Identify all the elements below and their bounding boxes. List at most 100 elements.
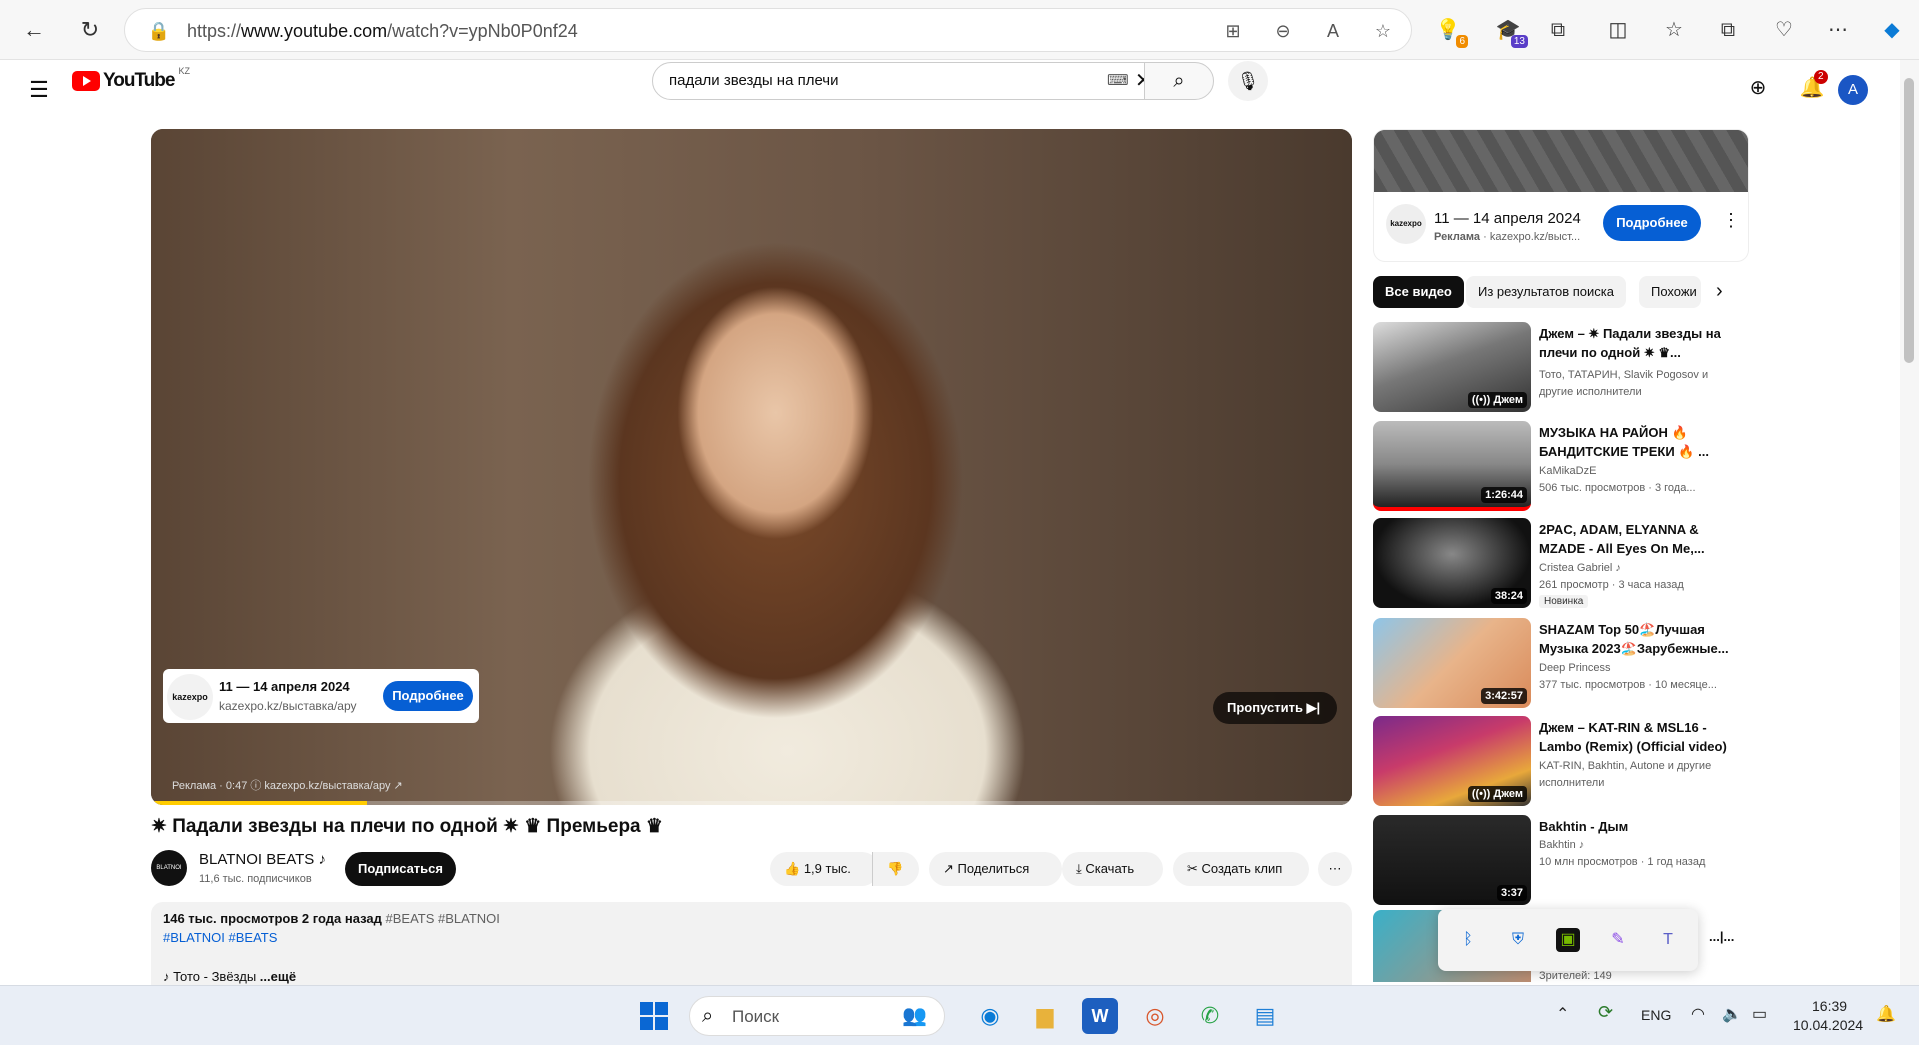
video-title[interactable]: Bakhtin - Дым (1539, 817, 1744, 836)
chevron-up-icon[interactable]: ⌃ (1556, 1004, 1569, 1024)
video-thumbnail[interactable]: 38:24 (1373, 518, 1531, 608)
skip-ad-button[interactable]: Пропустить ▶| (1213, 692, 1337, 724)
more-actions-button[interactable]: ⋯ (1318, 852, 1352, 886)
notification-bell-icon[interactable]: 🔔 (1876, 1004, 1896, 1024)
favorite-star-icon[interactable]: ☆ (1371, 19, 1395, 43)
recommendation-item[interactable]: ((•)) Джем Джем – KAT-RIN & MSL16 - Lamb… (1373, 716, 1749, 806)
create-video-icon[interactable]: ⊕ (1742, 72, 1774, 104)
download-button[interactable]: ⤓ Скачать (1062, 852, 1163, 886)
description-tags[interactable]: #BEATS #BLATNOI (382, 911, 500, 926)
scissors-icon: ✂ (1187, 861, 1198, 876)
video-title[interactable]: ...|... (1709, 927, 1749, 946)
bluetooth-icon[interactable]: ᛒ (1456, 928, 1480, 952)
search-input[interactable]: падали звезды на плечи ⌨ ✕ (652, 62, 1185, 100)
battery-icon[interactable]: ▭ (1752, 1004, 1767, 1024)
show-more-link[interactable]: ...ещё (260, 969, 296, 984)
notifications-bell-icon[interactable]: 🔔 2 (1796, 70, 1828, 104)
video-thumbnail[interactable]: 3:42:57 (1373, 618, 1531, 708)
recommendation-item[interactable]: ((•)) Джем Джем – ✷ Падали звезды на пле… (1373, 322, 1749, 412)
video-thumbnail[interactable]: 1:26:44 (1373, 421, 1531, 511)
file-explorer-icon[interactable]: ▆ (1027, 998, 1063, 1034)
lock-icon[interactable]: 🔒 (147, 19, 171, 43)
more-menu-icon[interactable]: ⋯ (1822, 14, 1854, 46)
windows-start-icon[interactable] (640, 1002, 668, 1030)
security-shield-icon[interactable]: ⛨ (1506, 928, 1530, 952)
channel-avatar[interactable]: BLATNOI BEATS (151, 850, 187, 907)
video-thumbnail[interactable]: 3:37 (1373, 815, 1531, 905)
ad-card-url: kazexpo.kz/выставка/ару (219, 699, 357, 713)
teams-icon[interactable]: T (1656, 928, 1680, 952)
wifi-icon[interactable]: ◠ (1691, 1004, 1705, 1024)
subscribe-button[interactable]: Подписаться (345, 852, 456, 886)
app-available-icon[interactable]: ⊞ (1221, 19, 1245, 43)
volume-icon[interactable]: 🔈 (1722, 1004, 1742, 1024)
extensions-puzzle-icon[interactable]: ⧉ (1542, 14, 1574, 46)
description-text: ♪ Тото - Звёзды ...ещё (163, 969, 297, 984)
split-screen-icon[interactable]: ◫ (1602, 14, 1634, 46)
video-title: ✷ Падали звезды на плечи по одной ✷ ♛ Пр… (151, 816, 663, 837)
recommendation-item[interactable]: 38:24 2PAC, ADAM, ELYANNA & MZADE - All … (1373, 518, 1749, 608)
ad-learn-more-button[interactable]: Подробнее (383, 681, 473, 711)
input-language[interactable]: ENG (1641, 1007, 1671, 1023)
channel-name[interactable]: BLATNOI BEATS ♪ (199, 851, 326, 868)
share-button[interactable]: ↗ Поделиться (929, 852, 1062, 886)
extension-school-icon[interactable]: 🎓 13 (1492, 14, 1528, 48)
eye-app-icon[interactable]: ◎ (1137, 998, 1173, 1034)
collections-icon[interactable]: ⧉ (1712, 14, 1744, 46)
hamburger-menu-icon[interactable]: ☰ (24, 76, 54, 106)
account-avatar[interactable]: A (1838, 75, 1868, 105)
zoom-out-icon[interactable]: ⊖ (1271, 19, 1295, 43)
nvidia-icon[interactable]: ▣ (1556, 928, 1580, 952)
search-button[interactable]: ⌕ (1144, 62, 1214, 100)
favorites-icon[interactable]: ☆ (1658, 14, 1690, 46)
recommendation-item[interactable]: 3:37 Bakhtin - Дым Bakhtin ♪ 10 млн прос… (1373, 815, 1749, 905)
clock-date[interactable]: 10.04.2024 (1793, 1017, 1863, 1033)
youtube-logo[interactable]: YouTube KZ (72, 66, 190, 92)
like-button[interactable]: 👍 1,9 тыс. (770, 852, 879, 886)
more-horizontal-icon: ⋯ (1328, 861, 1342, 876)
edge-browser-icon[interactable]: ◉ (972, 998, 1008, 1034)
sidebar-ad[interactable]: kazexpo 11 — 14 апреля 2024 Реклама · ka… (1373, 129, 1749, 262)
video-player[interactable]: kazexpo 11 — 14 апреля 2024 kazexpo.kz/в… (151, 129, 1352, 805)
video-thumbnail[interactable]: ((•)) Джем (1373, 322, 1531, 412)
url-text[interactable]: https://www.youtube.com/watch?v=ypNb0P0n… (187, 21, 578, 42)
video-title[interactable]: Джем – KAT-RIN & MSL16 - Lambo (Remix) (… (1539, 718, 1744, 756)
chip-from-search[interactable]: Из результатов поиска (1466, 276, 1627, 308)
keyboard-icon[interactable]: ⌨ (1107, 71, 1129, 89)
copilot-icon[interactable]: ◆ (1876, 14, 1908, 46)
ad-progress-bar[interactable] (151, 801, 1352, 805)
create-clip-button[interactable]: ✂ Создать клип (1173, 852, 1309, 886)
refresh-icon[interactable]: ↻ (72, 12, 108, 48)
chevron-right-icon[interactable]: › (1716, 280, 1723, 303)
voice-search-button[interactable]: 🎙 (1228, 61, 1268, 101)
word-icon[interactable]: W (1082, 998, 1118, 1034)
extension-bulb-icon[interactable]: 💡 6 (1432, 14, 1468, 48)
clock-time[interactable]: 16:39 (1812, 998, 1847, 1014)
notepad-icon[interactable]: ▤ (1247, 998, 1283, 1034)
chip-related[interactable]: Похожи (1639, 276, 1701, 308)
player-ad-card[interactable]: kazexpo 11 — 14 апреля 2024 kazexpo.kz/в… (163, 669, 479, 723)
video-title[interactable]: 2PAC, ADAM, ELYANNA & MZADE - All Eyes O… (1539, 520, 1744, 558)
taskbar-search-input[interactable]: ⌕ Поиск 👥 (689, 996, 945, 1036)
chip-all-videos[interactable]: Все видео (1373, 276, 1464, 308)
address-bar[interactable]: 🔒 https://www.youtube.com/watch?v=ypNb0P… (124, 8, 1412, 52)
pen-icon[interactable]: ✎ (1606, 928, 1630, 952)
youtube-play-icon (72, 71, 100, 91)
sidebar-ad-learn-more-button[interactable]: Подробнее (1603, 205, 1701, 241)
read-aloud-icon[interactable]: A (1321, 19, 1345, 43)
recommendation-item[interactable]: 3:42:57 SHAZAM Top 50🏖️Лучшая Музыка 202… (1373, 618, 1749, 708)
dislike-button[interactable]: 👎 (872, 852, 919, 886)
more-vertical-icon[interactable]: ⋮ (1722, 210, 1740, 231)
sync-icon[interactable]: ⟳ (1598, 1002, 1613, 1023)
video-thumbnail[interactable]: ((•)) Джем (1373, 716, 1531, 806)
video-title[interactable]: SHAZAM Top 50🏖️Лучшая Музыка 2023🏖️Заруб… (1539, 620, 1744, 658)
description-hashtags[interactable]: #BLATNOI #BEATS (163, 930, 277, 945)
browser-essentials-icon[interactable]: ♡ (1768, 14, 1800, 46)
video-title[interactable]: Джем – ✷ Падали звезды на плечи по одной… (1539, 324, 1744, 362)
recommendation-item[interactable]: 1:26:44 МУЗЫКА НА РАЙОН 🔥 БАНДИТСКИЕ ТРЕ… (1373, 421, 1749, 511)
page-scrollbar[interactable] (1900, 60, 1919, 985)
scroll-thumb[interactable] (1904, 78, 1914, 363)
video-title[interactable]: МУЗЫКА НА РАЙОН 🔥 БАНДИТСКИЕ ТРЕКИ 🔥 ... (1539, 423, 1744, 461)
whatsapp-icon[interactable]: ✆ (1192, 998, 1228, 1034)
back-icon[interactable]: ← (16, 12, 52, 48)
